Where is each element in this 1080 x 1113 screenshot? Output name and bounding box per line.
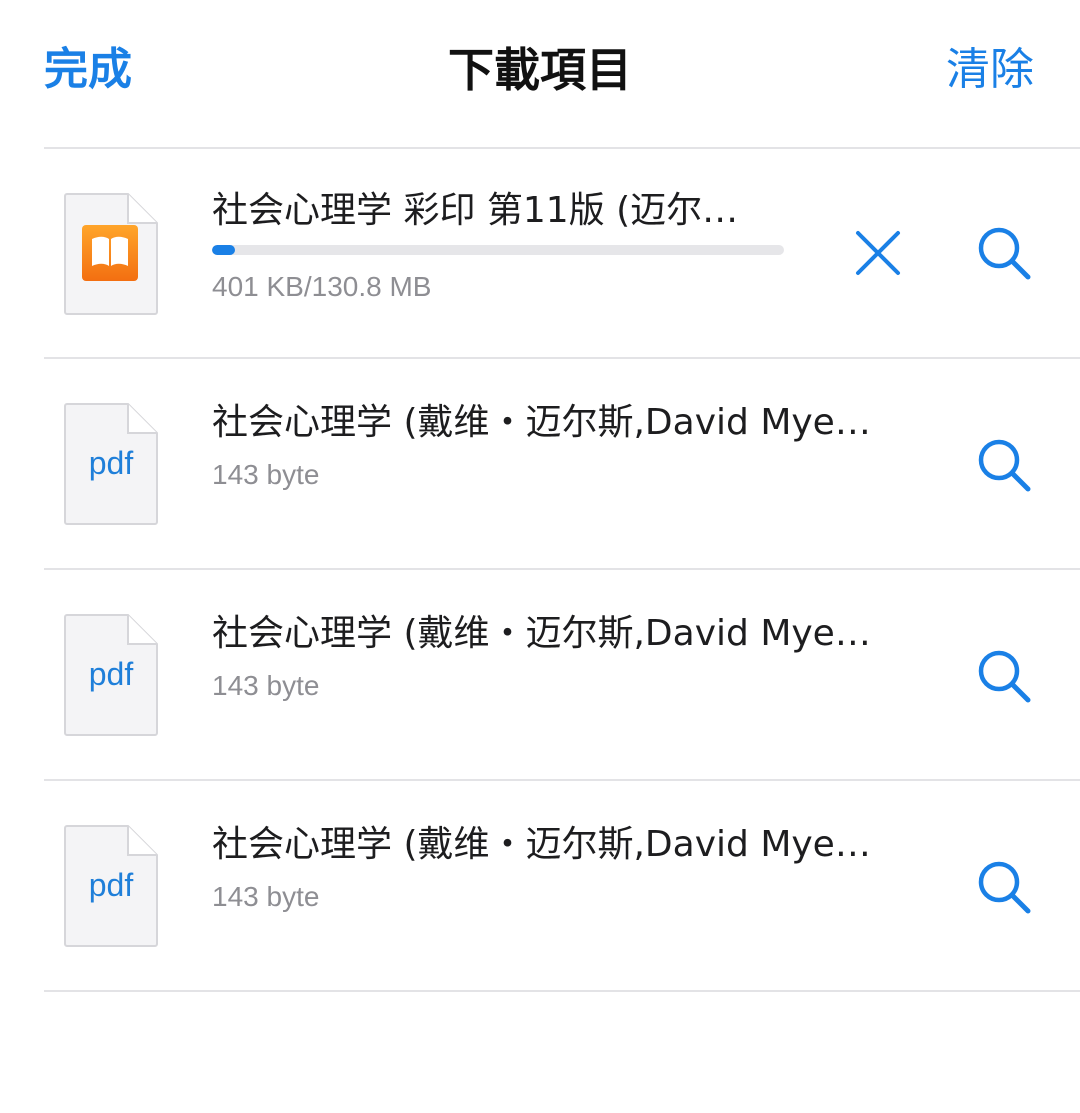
pdf-file-icon: pdf	[64, 403, 158, 525]
download-item[interactable]: pdf 社会心理学 (戴维・迈尔斯,David Mye… 143 byte	[0, 359, 1080, 569]
download-progress-bar	[212, 245, 784, 255]
search-button[interactable]	[974, 857, 1034, 917]
pdf-label: pdf	[88, 445, 134, 481]
search-icon	[978, 227, 1031, 280]
pdf-label: pdf	[88, 867, 134, 903]
download-title: 社会心理学 (戴维・迈尔斯,David Mye…	[212, 613, 871, 654]
pdf-label: pdf	[88, 656, 134, 692]
search-button[interactable]	[974, 646, 1034, 706]
download-item[interactable]: pdf 社会心理学 (戴维・迈尔斯,David Mye… 143 byte	[0, 781, 1080, 991]
download-item[interactable]: pdf 社会心理学 (戴维・迈尔斯,David Mye… 143 byte	[0, 570, 1080, 780]
ibooks-icon	[64, 193, 158, 315]
search-button[interactable]	[974, 435, 1034, 495]
download-progress-fill	[212, 245, 235, 255]
cancel-download-button[interactable]	[848, 223, 908, 283]
pdf-file-icon: pdf	[64, 825, 158, 947]
download-title: 社会心理学 (戴维・迈尔斯,David Mye…	[212, 824, 871, 865]
nav-bar: 完成 下載項目 清除	[0, 0, 1080, 148]
download-size: 143 byte	[212, 881, 320, 912]
search-button[interactable]	[974, 223, 1034, 283]
divider	[44, 990, 1080, 992]
downloads-sheet: 完成 下載項目 清除 社会心理学 彩印 第11版 (迈尔… 401 KB/130…	[0, 0, 1080, 1113]
search-icon	[978, 650, 1031, 703]
download-title: 社会心理学 (戴维・迈尔斯,David Mye…	[212, 402, 871, 443]
page-title: 下載項目	[448, 43, 632, 97]
download-size: 143 byte	[212, 670, 320, 701]
download-title: 社会心理学 彩印 第11版 (迈尔…	[212, 190, 739, 231]
search-icon	[978, 861, 1031, 914]
download-size: 401 KB/130.8 MB	[212, 271, 432, 302]
download-item[interactable]: 社会心理学 彩印 第11版 (迈尔… 401 KB/130.8 MB	[0, 149, 1080, 359]
search-icon	[978, 439, 1031, 492]
cancel-icon	[856, 231, 900, 275]
download-size: 143 byte	[212, 459, 320, 490]
book-icon	[82, 225, 138, 281]
clear-button[interactable]: 清除	[946, 40, 1034, 100]
pdf-file-icon: pdf	[64, 614, 158, 736]
